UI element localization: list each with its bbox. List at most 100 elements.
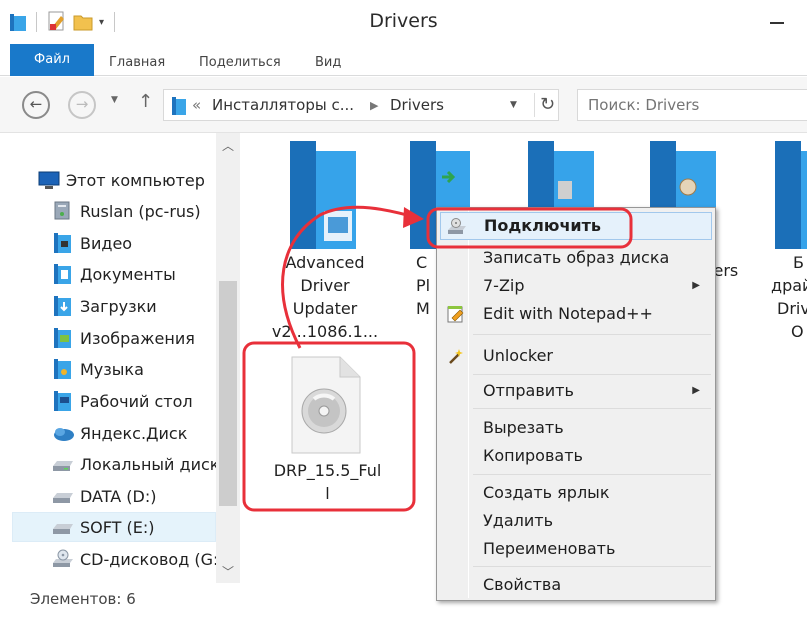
address-bar[interactable]: « Инсталляторы с... ▶ Drivers ▼ ↻ (163, 89, 559, 121)
menu-item-7zip[interactable]: 7-Zip ▶ (440, 272, 712, 300)
arrow-left-icon: ← (29, 95, 43, 113)
tree-item-label: Этот компьютер (66, 170, 205, 190)
search-input[interactable] (578, 90, 788, 120)
tree-item-videos[interactable]: Видео (52, 228, 132, 258)
menu-item-create-shortcut[interactable]: Создать ярлык (440, 479, 712, 507)
tree-item-this-pc[interactable]: Этот компьютер (38, 165, 205, 195)
recent-locations-button[interactable]: ▼ (111, 95, 118, 105)
file-label-line: драй (771, 276, 807, 295)
tree-item-local-disk[interactable]: Локальный диск (52, 449, 219, 479)
breadcrumb-current[interactable]: Drivers (390, 96, 444, 114)
yandex-disk-icon (52, 422, 74, 444)
address-dropdown-button[interactable]: ▼ (510, 100, 517, 110)
file-label-line: DRP_15.5_Ful (273, 461, 382, 480)
tree-item-soft-drive[interactable]: SOFT (E:) (12, 512, 216, 542)
menu-separator (473, 474, 711, 475)
tree-item-label: Локальный диск (80, 454, 220, 474)
desktop-folder-icon (52, 390, 74, 412)
menu-item-label: 7-Zip (483, 276, 525, 295)
tree-item-label: CD-дисковод (G:) (80, 549, 225, 569)
mount-icon (448, 218, 466, 234)
context-menu: Подключить Записать образ диска 7-Zip ▶ … (436, 207, 716, 601)
tree-item-desktop[interactable]: Рабочий стол (52, 386, 193, 416)
tree-item-label: SOFT (E:) (80, 517, 155, 537)
file-label-line: O (791, 322, 804, 341)
menu-item-burn-image[interactable]: Записать образ диска (440, 244, 712, 272)
tree-item-cd-drive[interactable]: CD-дисковод (G:) (52, 544, 225, 574)
folder-icon (775, 141, 807, 249)
chevron-down-icon[interactable]: ﹀ (222, 563, 234, 580)
menu-item-delete[interactable]: Удалить (440, 507, 712, 535)
file-label-line: Driver (300, 276, 350, 295)
file-label-line: C (416, 253, 428, 272)
chevron-up-icon[interactable]: ︿ (222, 137, 234, 154)
tree-item-downloads[interactable]: Загрузки (52, 291, 157, 321)
menu-item-send-to[interactable]: Отправить ▶ (440, 377, 712, 405)
minimize-button[interactable] (760, 8, 800, 32)
tree-item-network-user[interactable]: Ruslan (pc-rus) (52, 196, 201, 226)
menu-item-label: Unlocker (483, 346, 553, 365)
breadcrumb-parent[interactable]: Инсталляторы с... (212, 96, 354, 114)
documents-folder-icon (52, 263, 74, 285)
breadcrumb-overflow[interactable]: « (192, 96, 201, 114)
menu-item-label: Свойства (483, 575, 562, 594)
tree-item-yandex-disk[interactable]: Яндекс.Диск (52, 418, 187, 448)
notepad-icon (447, 306, 464, 323)
scrollbar-thumb[interactable] (219, 281, 237, 506)
tab-file[interactable]: Файл (10, 44, 94, 76)
menu-item-label: Переименовать (483, 539, 616, 558)
drive-icon (52, 485, 74, 507)
file-item-folder[interactable]: Advanced Driver Updater v2...1086.1... (270, 141, 380, 351)
tree-item-documents[interactable]: Документы (52, 259, 176, 289)
menu-item-unlocker[interactable]: Unlocker (440, 342, 712, 370)
tree-item-pictures[interactable]: Изображения (52, 323, 195, 353)
menu-item-label: Edit with Notepad++ (483, 304, 653, 323)
menu-separator (473, 374, 711, 375)
menu-item-label: Подключить (484, 216, 602, 235)
tab-view[interactable]: Вид (315, 50, 341, 76)
menu-item-notepad[interactable]: Edit with Notepad++ (440, 300, 712, 328)
menu-separator (473, 334, 711, 335)
arrow-right-icon: → (75, 95, 89, 113)
wand-icon (449, 349, 463, 364)
menu-separator (473, 408, 711, 409)
menu-item-label: Создать ярлык (483, 483, 610, 502)
downloads-folder-icon (52, 295, 74, 317)
menu-item-rename[interactable]: Переименовать (440, 535, 712, 563)
forward-button[interactable]: → (68, 91, 96, 119)
search-box[interactable] (577, 89, 807, 121)
file-label-line: Pl (416, 276, 431, 295)
tab-home[interactable]: Главная (109, 50, 165, 76)
navigation-bar: ← → ▼ ↑ « Инсталляторы с... ▶ Drivers ▼ … (0, 77, 807, 133)
up-button[interactable]: ↑ (138, 91, 153, 112)
tree-item-data-drive[interactable]: DATA (D:) (52, 481, 157, 511)
nav-pane-scrollbar[interactable]: ︿ ﹀ (216, 133, 240, 583)
refresh-button[interactable]: ↻ (534, 93, 560, 117)
file-label-line: M (416, 299, 430, 318)
menu-item-label: Копировать (483, 446, 583, 465)
ribbon-tabs: Файл Главная Поделиться Вид (0, 44, 807, 76)
disc-image-icon (291, 356, 361, 454)
tree-item-label: Музыка (80, 359, 144, 379)
window-title: Drivers (369, 10, 438, 32)
computer-icon (38, 169, 60, 191)
menu-item-label: Записать образ диска (483, 248, 670, 267)
tab-share[interactable]: Поделиться (199, 50, 281, 76)
menu-item-properties[interactable]: Свойства (440, 571, 712, 599)
chevron-right-icon[interactable]: ▶ (370, 99, 378, 112)
menu-item-mount[interactable]: Подключить (440, 212, 712, 240)
file-item-iso[interactable]: DRP_15.5_Ful l (250, 351, 410, 503)
menu-item-label: Отправить (483, 381, 574, 400)
navigation-pane: Этот компьютер Ruslan (pc-rus) Видео Док… (0, 133, 240, 583)
menu-separator (473, 566, 711, 567)
file-item-folder[interactable]: Б драй Drive O (765, 141, 807, 351)
menu-item-cut[interactable]: Вырезать (440, 414, 712, 442)
tree-item-label: DATA (D:) (80, 486, 157, 506)
title-bar: ▾ Drivers (0, 0, 807, 44)
back-button[interactable]: ← (22, 91, 50, 119)
tree-item-music[interactable]: Музыка (52, 354, 144, 384)
menu-item-copy[interactable]: Копировать (440, 442, 712, 470)
network-drive-icon (52, 200, 74, 222)
refresh-icon: ↻ (539, 94, 556, 115)
cd-drive-icon (52, 548, 74, 570)
